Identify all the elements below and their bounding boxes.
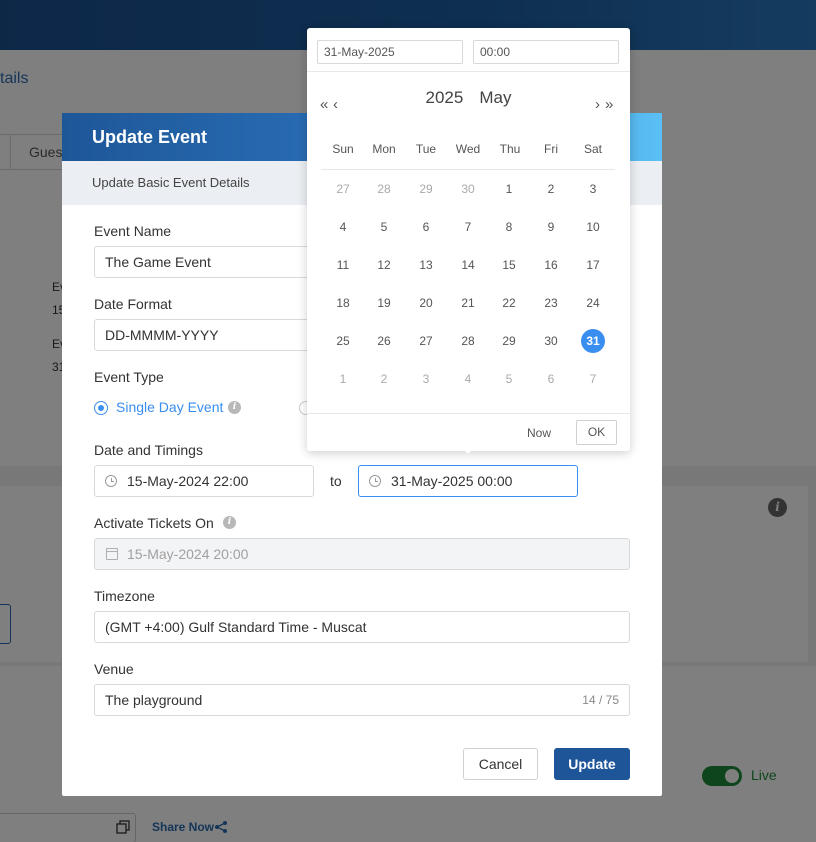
timezone-select[interactable]: (GMT +4:00) Gulf Standard Time - Muscat xyxy=(94,611,630,643)
next-month-button[interactable]: › xyxy=(595,96,600,113)
end-datetime-input[interactable]: 31-May-2025 00:00 xyxy=(358,465,578,497)
picker-time-input[interactable]: 00:00 xyxy=(473,40,619,64)
weekday-header: Wed xyxy=(455,142,481,156)
calendar-day[interactable]: 8 xyxy=(497,215,521,239)
calendar-day[interactable]: 17 xyxy=(581,253,605,277)
calendar-day[interactable]: 1 xyxy=(497,177,521,201)
weekday-header: Sun xyxy=(332,142,354,156)
end-datetime-value: 31-May-2025 00:00 xyxy=(391,473,513,489)
calendar-icon xyxy=(106,548,118,560)
date-timings-label: Date and Timings xyxy=(94,442,203,458)
activate-tickets-label: Activate Tickets On xyxy=(94,515,214,531)
timezone-label: Timezone xyxy=(94,588,155,604)
calendar-day[interactable]: 11 xyxy=(331,253,355,277)
calendar-day[interactable]: 27 xyxy=(414,329,438,353)
calendar-day[interactable]: 4 xyxy=(456,367,480,391)
calendar-day[interactable]: 21 xyxy=(456,291,480,315)
calendar-day[interactable]: 22 xyxy=(497,291,521,315)
timezone-value: (GMT +4:00) Gulf Standard Time - Muscat xyxy=(105,619,367,635)
calendar-day[interactable]: 12 xyxy=(372,253,396,277)
calendar-day[interactable]: 30 xyxy=(539,329,563,353)
calendar-day[interactable]: 10 xyxy=(581,215,605,239)
clock-icon xyxy=(369,475,381,487)
clock-icon xyxy=(105,475,117,487)
calendar-day[interactable]: 5 xyxy=(497,367,521,391)
calendar-day[interactable]: 7 xyxy=(456,215,480,239)
calendar-day[interactable]: 28 xyxy=(372,177,396,201)
date-picker-popover: 31-May-2025 00:00 « ‹ 2025 May › » Sun Mo… xyxy=(307,28,630,454)
calendar-day[interactable]: 30 xyxy=(456,177,480,201)
weekday-header: Mon xyxy=(372,142,396,156)
calendar-day[interactable]: 23 xyxy=(539,291,563,315)
calendar-day[interactable]: 26 xyxy=(372,329,396,353)
picker-footer-divider xyxy=(307,413,630,414)
activate-tickets-value: 15-May-2024 20:00 xyxy=(127,546,249,562)
weekday-header: Sat xyxy=(583,142,602,156)
venue-label: Venue xyxy=(94,661,134,677)
help-icon[interactable]: i xyxy=(228,401,241,414)
calendar-day[interactable]: 5 xyxy=(372,215,396,239)
calendar-day[interactable]: 4 xyxy=(331,215,355,239)
update-button[interactable]: Update xyxy=(554,748,630,780)
calendar-day[interactable]: 6 xyxy=(414,215,438,239)
calendar-day[interactable]: 7 xyxy=(581,367,605,391)
cancel-button[interactable]: Cancel xyxy=(463,748,538,780)
event-name-label: Event Name xyxy=(94,223,172,239)
date-range-separator: to xyxy=(330,473,342,489)
calendar-day[interactable]: 3 xyxy=(414,367,438,391)
now-button[interactable]: Now xyxy=(527,426,551,440)
calendar-day[interactable]: 29 xyxy=(497,329,521,353)
calendar-day[interactable]: 25 xyxy=(331,329,355,353)
calendar-day[interactable]: 6 xyxy=(539,367,563,391)
weekday-header: Tue xyxy=(415,142,437,156)
start-datetime-input[interactable]: 15-May-2024 22:00 xyxy=(94,465,314,497)
picker-month[interactable]: May xyxy=(479,88,511,107)
weekday-divider xyxy=(321,169,615,170)
date-format-label: Date Format xyxy=(94,296,172,312)
single-day-event-radio[interactable] xyxy=(94,401,108,415)
picker-title: 2025 May xyxy=(307,88,630,108)
calendar-day[interactable]: 16 xyxy=(539,253,563,277)
calendar-day[interactable]: 24 xyxy=(581,291,605,315)
picker-divider xyxy=(307,71,630,72)
calendar-day[interactable]: 20 xyxy=(414,291,438,315)
date-format-value: DD-MMMM-YYYY xyxy=(105,327,219,343)
calendar-day[interactable]: 9 xyxy=(539,215,563,239)
single-day-event-label[interactable]: Single Day Event xyxy=(116,399,223,415)
activate-tickets-input: 15-May-2024 20:00 xyxy=(94,538,630,570)
start-datetime-value: 15-May-2024 22:00 xyxy=(127,473,249,489)
calendar-day[interactable]: 14 xyxy=(456,253,480,277)
venue-input[interactable]: The playground 14 / 75 xyxy=(94,684,630,716)
popover-arrow xyxy=(462,448,474,454)
calendar-day[interactable]: 29 xyxy=(414,177,438,201)
picker-date-input[interactable]: 31-May-2025 xyxy=(317,40,463,64)
calendar-day[interactable]: 18 xyxy=(331,291,355,315)
venue-character-counter: 14 / 75 xyxy=(582,693,619,707)
weekday-header: Fri xyxy=(544,142,558,156)
calendar-day[interactable]: 27 xyxy=(331,177,355,201)
ok-button[interactable]: OK xyxy=(576,420,617,445)
calendar-day[interactable]: 31 xyxy=(581,329,605,353)
weekday-header: Thu xyxy=(499,142,521,156)
event-name-value: The Game Event xyxy=(105,254,211,270)
venue-value: The playground xyxy=(105,692,203,708)
picker-year[interactable]: 2025 xyxy=(426,88,464,107)
help-icon[interactable]: i xyxy=(223,516,236,529)
event-type-label: Event Type xyxy=(94,369,164,385)
calendar-day[interactable]: 2 xyxy=(372,367,396,391)
calendar-day[interactable]: 19 xyxy=(372,291,396,315)
next-year-button[interactable]: » xyxy=(605,96,613,113)
calendar-day[interactable]: 2 xyxy=(539,177,563,201)
calendar-day[interactable]: 28 xyxy=(456,329,480,353)
calendar-day[interactable]: 13 xyxy=(414,253,438,277)
calendar-day[interactable]: 3 xyxy=(581,177,605,201)
calendar-day[interactable]: 1 xyxy=(331,367,355,391)
calendar-day[interactable]: 15 xyxy=(497,253,521,277)
